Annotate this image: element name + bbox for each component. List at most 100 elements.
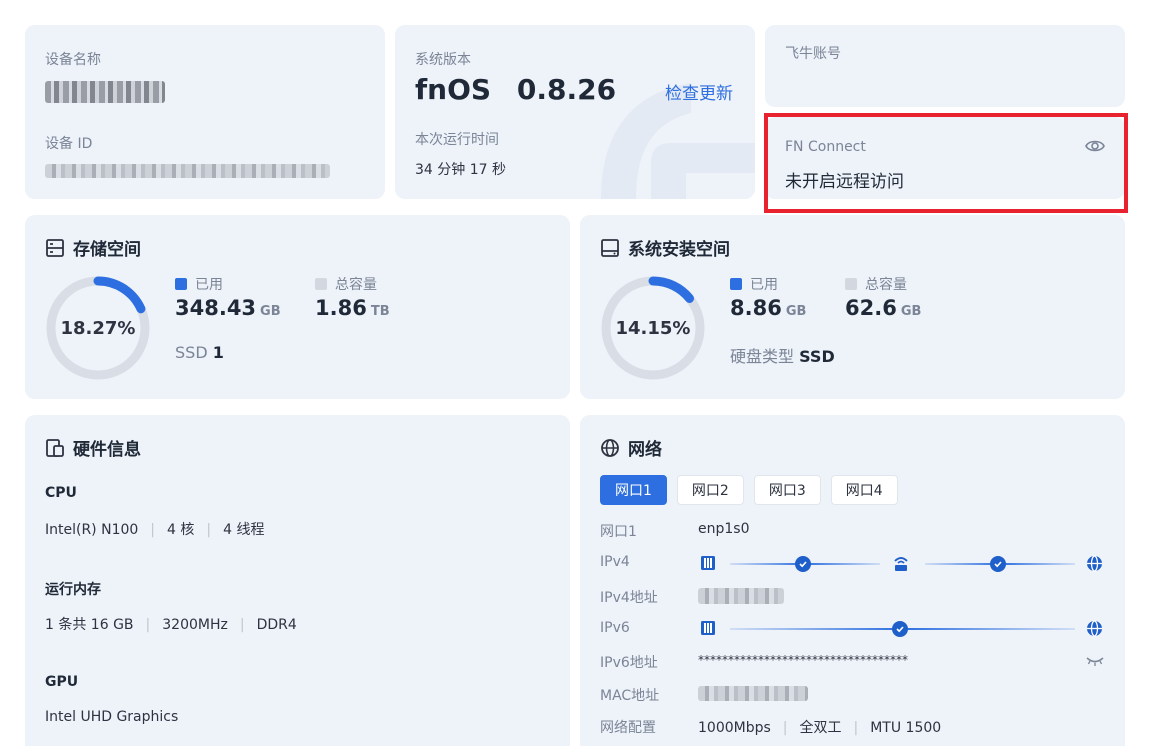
storage-icon — [46, 238, 64, 257]
port-tabs: 网口1 网口2 网口3 网口4 — [600, 475, 898, 505]
devices-icon — [46, 438, 64, 457]
network-card: 网络 网口1 网口2 网口3 网口4 网口1 enp1s0 IPv4 IPv4地… — [580, 415, 1125, 746]
check-icon — [795, 556, 811, 572]
total-swatch — [845, 278, 857, 290]
gpu-label: GPU — [45, 674, 79, 690]
system-space-title-text: 系统安装空间 — [628, 240, 730, 260]
network-config-value: 1000Mbps | 全双工 | MTU 1500 — [698, 717, 941, 737]
system-space-total-legend: 总容量 — [845, 274, 907, 294]
hard-disk-icon — [601, 238, 619, 257]
network-title: 网络 — [600, 435, 662, 460]
ipv4-label: IPv4 — [600, 554, 630, 570]
memory-type: DDR4 — [256, 617, 297, 633]
check-update-link[interactable]: 检查更新 — [665, 79, 733, 104]
memory-speed: 3200MHz — [162, 617, 228, 633]
storage-total-value: 1.86 TB — [315, 296, 390, 320]
globe-icon — [601, 438, 619, 457]
used-swatch — [175, 278, 187, 290]
internet-globe-icon — [1087, 620, 1102, 637]
system-space-used-legend: 已用 — [730, 274, 778, 294]
device-id-value — [45, 164, 330, 178]
account-card[interactable]: 飞牛账号 — [765, 25, 1125, 107]
cpu-model: Intel(R) N100 — [45, 522, 139, 538]
check-icon — [892, 621, 908, 637]
system-space-disk-type: 硬盘类型 SSD — [730, 343, 835, 367]
tab-port-1[interactable]: 网口1 — [600, 475, 667, 505]
memory-info: 1 条共 16 GB | 3200MHz | DDR4 — [45, 614, 297, 634]
system-space-total-value: 62.6 GB — [845, 296, 921, 320]
system-version-card: 系统版本 fnOS 0.8.26 检查更新 本次运行时间 34 分钟 17 秒 — [395, 25, 755, 199]
device-id-label: 设备 ID — [45, 136, 93, 152]
system-space-total-label: 总容量 — [865, 277, 907, 293]
system-space-ring: 14.15% — [600, 275, 706, 381]
ipv4-address-value — [698, 588, 784, 604]
cpu-label: CPU — [45, 485, 77, 501]
storage-used-label: 已用 — [195, 277, 223, 293]
system-space-title: 系统安装空间 — [600, 235, 730, 260]
storage-title: 存储空间 — [45, 235, 141, 260]
uptime-label: 本次运行时间 — [415, 132, 499, 148]
memory-count: 1 条共 16 GB — [45, 617, 134, 633]
ipv4-address-label: IPv4地址 — [600, 590, 658, 606]
os-name-text: fnOS — [415, 73, 492, 106]
mac-address-value — [698, 686, 808, 701]
network-config-label: 网络配置 — [600, 720, 656, 736]
divider: | — [782, 720, 788, 736]
storage-total-unit: TB — [370, 304, 390, 319]
system-space-used-value: 8.86 GB — [730, 296, 806, 320]
cpu-cores: 4 核 — [167, 522, 195, 538]
router-icon — [894, 557, 908, 571]
disk-type-label: 硬盘类型 — [730, 347, 795, 366]
check-icon — [990, 556, 1006, 572]
network-title-text: 网络 — [628, 440, 662, 460]
tab-port-4[interactable]: 网口4 — [830, 475, 898, 505]
device-name-label: 设备名称 — [45, 52, 101, 68]
storage-ring: 18.27% — [45, 275, 151, 381]
system-space-used-unit: GB — [785, 304, 807, 319]
storage-disk-type: SSD — [175, 343, 208, 362]
tab-port-2[interactable]: 网口2 — [676, 475, 744, 505]
gpu-model: Intel UHD Graphics — [45, 709, 179, 725]
cpu-threads: 4 线程 — [223, 522, 265, 538]
os-name: fnOS 0.8.26 — [415, 73, 616, 106]
duplex-mode: 全双工 — [799, 720, 842, 736]
system-space-used-number: 8.86 — [730, 296, 782, 320]
divider: | — [145, 617, 151, 633]
total-swatch — [315, 278, 327, 290]
mac-address-label: MAC地址 — [600, 688, 660, 704]
os-version: 0.8.26 — [516, 73, 617, 106]
port-value: enp1s0 — [698, 521, 750, 537]
device-card: 设备名称 设备 ID — [25, 25, 385, 199]
uptime-value: 34 分钟 17 秒 — [415, 162, 506, 178]
nas-device-icon — [701, 556, 715, 570]
storage-total-label: 总容量 — [335, 277, 377, 293]
hardware-card: 硬件信息 CPU Intel(R) N100 | 4 核 | 4 线程 运行内存 1 条… — [25, 415, 570, 746]
storage-title-text: 存储空间 — [73, 240, 141, 260]
port-label: 网口1 — [600, 524, 637, 540]
hardware-title: 硬件信息 — [45, 435, 141, 460]
divider: | — [239, 617, 245, 633]
storage-used-legend: 已用 — [175, 274, 223, 294]
fn-connect-highlight — [764, 113, 1128, 213]
storage-disk-count: 1 — [212, 343, 224, 362]
tab-port-3[interactable]: 网口3 — [753, 475, 821, 505]
storage-used-unit: GB — [260, 304, 281, 319]
system-version-label: 系统版本 — [415, 52, 471, 68]
divider: | — [853, 720, 859, 736]
ipv6-address-label: IPv6地址 — [600, 655, 658, 671]
internet-globe-icon — [1087, 555, 1102, 572]
eye-closed-icon[interactable] — [1086, 655, 1104, 667]
nas-device-icon — [701, 621, 715, 635]
storage-total-number: 1.86 — [315, 296, 367, 320]
memory-label: 运行内存 — [45, 582, 101, 598]
system-space-percent: 14.15% — [615, 317, 691, 339]
storage-card[interactable]: 存储空间 18.27% 已用 总容量 348.43 GB 1.86 TB SSD 1 — [25, 215, 570, 399]
storage-total-legend: 总容量 — [315, 274, 377, 294]
system-space-card[interactable]: 系统安装空间 14.15% 已用 总容量 8.86 GB 62.6 GB 硬盘类型 … — [580, 215, 1125, 399]
divider: | — [206, 522, 212, 538]
cpu-info: Intel(R) N100 | 4 核 | 4 线程 — [45, 519, 264, 539]
account-label: 飞牛账号 — [785, 46, 841, 62]
ipv6-label: IPv6 — [600, 620, 630, 636]
device-name-value — [45, 81, 165, 103]
disk-type-value: SSD — [799, 347, 835, 366]
